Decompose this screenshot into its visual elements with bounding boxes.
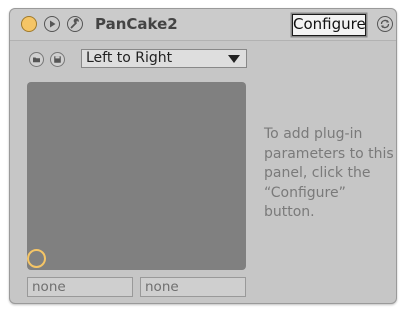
device-title: PanCake2 [95,15,178,33]
direction-select[interactable]: Left to Right [81,49,247,68]
y-param-field[interactable]: none [140,277,246,297]
xy-pad-handle[interactable] [27,249,46,268]
power-toggle-icon[interactable] [21,16,37,32]
configure-button[interactable]: Configure [292,14,366,36]
chevron-down-icon [228,55,240,63]
configure-hint-text: To add plug-in parameters to this panel,… [264,126,394,220]
wrench-icon[interactable] [67,16,83,32]
x-param-field[interactable]: none [27,277,133,297]
refresh-icon[interactable] [377,16,393,32]
xy-pad[interactable] [27,82,246,270]
device-title-bar: PanCake2 Configure [10,9,396,41]
play-icon[interactable] [44,16,60,32]
plugin-device-panel: PanCake2 Configure Left to Right none no… [9,8,397,304]
direction-select-value: Left to Right [86,50,173,66]
save-icon[interactable] [50,52,65,67]
folder-open-icon[interactable] [29,52,44,67]
